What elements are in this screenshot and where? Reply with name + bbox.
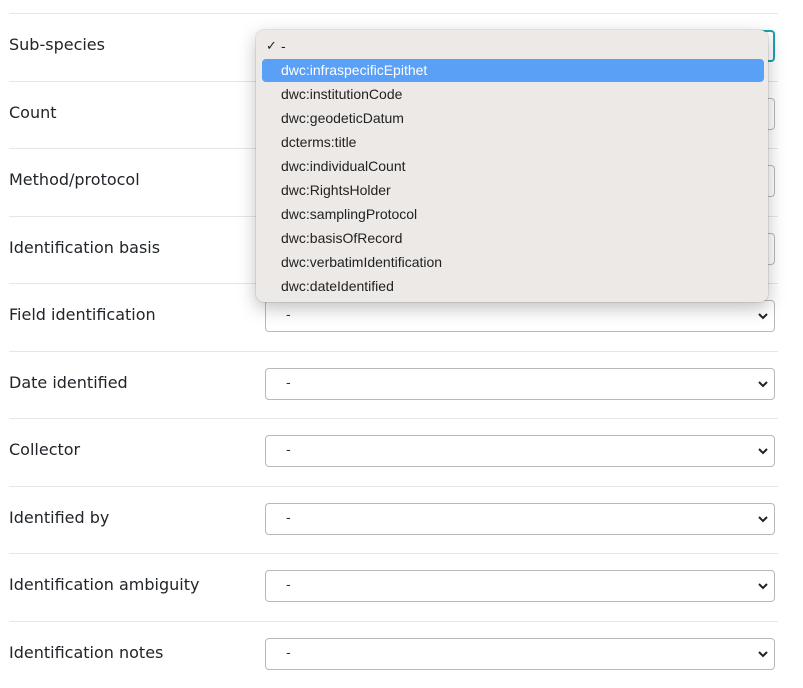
form-row: Date identified -	[9, 351, 778, 418]
field-label: Method/protocol	[9, 170, 140, 189]
checkmark-icon: ✓	[266, 38, 277, 53]
option-label: -	[281, 38, 286, 54]
field-label: Identification notes	[9, 642, 164, 662]
dropdown-option[interactable]: dwc:infraspecificEpithet	[262, 59, 764, 82]
field-label: Sub-species	[9, 35, 105, 54]
dropdown-option[interactable]: dwc:basisOfRecord	[262, 227, 764, 250]
chevron-down-icon	[758, 448, 768, 455]
option-label: dwc:infraspecificEpithet	[281, 62, 428, 78]
select-value: -	[286, 510, 291, 526]
field-label: Identification basis	[9, 237, 161, 257]
select-value: -	[286, 308, 291, 323]
option-label: dwc:dateIdentified	[281, 278, 394, 294]
field-label: Identification ambiguity	[9, 575, 200, 594]
option-label: dwc:geodeticDatum	[281, 110, 404, 126]
field-label: Collector	[9, 440, 81, 459]
option-label: dwc:institutionCode	[281, 86, 403, 102]
form-row: Collector -	[9, 418, 778, 485]
mapping-select[interactable]: -	[265, 637, 775, 670]
option-label: dwc:RightsHolder	[281, 182, 391, 198]
mapping-select[interactable]: -	[265, 435, 775, 467]
dropdown-option[interactable]: dwc:RightsHolder	[262, 179, 764, 202]
option-label: dwc:verbatimIdentification	[281, 254, 443, 270]
field-label: Date identified	[9, 372, 128, 392]
dropdown-option[interactable]: dcterms:title	[262, 131, 764, 154]
dropdown-option[interactable]: dwc:individualCount	[262, 155, 764, 178]
form-row: Identification ambiguity -	[9, 553, 778, 620]
form-row: Identification notes -	[9, 621, 778, 688]
dropdown-option[interactable]: dwc:samplingProtocol	[262, 203, 764, 226]
select-value: -	[286, 375, 291, 391]
option-label: dcterms:title	[281, 134, 357, 150]
chevron-down-icon	[758, 380, 768, 387]
chevron-down-icon	[758, 313, 768, 320]
field-label: Field identification	[9, 305, 156, 324]
option-label: dwc:individualCount	[281, 158, 406, 174]
mapping-select[interactable]: -	[265, 502, 775, 535]
field-label: Count	[9, 102, 57, 122]
select-value: -	[286, 443, 291, 458]
mapping-select[interactable]: -	[265, 570, 775, 602]
option-label: dwc:basisOfRecord	[281, 230, 403, 246]
field-label: Identified by	[9, 507, 110, 527]
form-row: Identified by -	[9, 486, 778, 553]
mapping-select[interactable]: -	[265, 300, 775, 332]
dropdown-option[interactable]: dwc:institutionCode	[262, 83, 764, 106]
mapping-select[interactable]: -	[265, 367, 775, 400]
chevron-down-icon	[758, 650, 768, 657]
dropdown-option[interactable]: ✓ -	[262, 35, 764, 58]
dropdown-popup: ✓ - dwc:infraspecificEpithet dwc:institutio…	[256, 30, 768, 302]
dropdown-option[interactable]: dwc:dateIdentified	[262, 275, 764, 298]
dropdown-option[interactable]: dwc:geodeticDatum	[262, 107, 764, 130]
chevron-down-icon	[758, 583, 768, 590]
select-value: -	[286, 645, 291, 661]
select-value: -	[286, 578, 291, 593]
chevron-down-icon	[758, 515, 768, 522]
dropdown-option[interactable]: dwc:verbatimIdentification	[262, 251, 764, 274]
option-label: dwc:samplingProtocol	[281, 206, 418, 222]
